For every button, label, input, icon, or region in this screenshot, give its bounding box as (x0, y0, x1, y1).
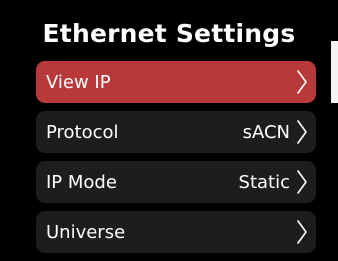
scroll-indicator[interactable] (331, 41, 338, 103)
menu-item-label: View IP (46, 71, 111, 93)
chevron-right-icon (296, 69, 308, 95)
menu-item-view-ip[interactable]: View IP (36, 61, 316, 103)
chevron-right-icon (296, 219, 308, 245)
menu-item-value: Static (238, 171, 290, 193)
menu-item-ip-mode[interactable]: IP Mode Static (36, 161, 316, 203)
menu-item-protocol[interactable]: Protocol sACN (36, 111, 316, 153)
menu-item-universe[interactable]: Universe (36, 211, 316, 253)
chevron-right-icon (296, 169, 308, 195)
settings-menu: View IP Protocol sACN IP Mode Static Uni… (36, 61, 316, 261)
menu-item-label: Universe (46, 221, 126, 243)
chevron-right-icon (296, 119, 308, 145)
menu-item-label: Protocol (46, 121, 119, 143)
ethernet-settings-screen: Ethernet Settings View IP Protocol sACN … (0, 0, 338, 259)
menu-item-value: sACN (242, 121, 290, 143)
menu-item-label: IP Mode (46, 171, 117, 193)
page-title: Ethernet Settings (42, 19, 296, 48)
